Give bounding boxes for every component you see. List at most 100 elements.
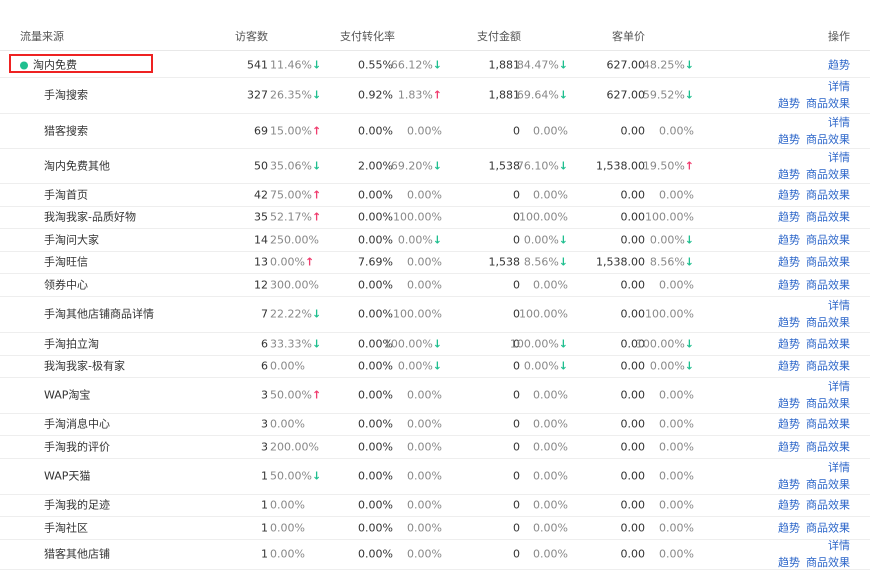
- unit-price-change-value: 0.00%: [649, 233, 685, 246]
- amount-change: 0.00%: [533, 389, 568, 402]
- conversion-change: 66.12%↓: [391, 58, 442, 71]
- unit-price: 0.00: [620, 210, 646, 224]
- amount-change: 0.00%: [533, 124, 568, 137]
- detail-link[interactable]: 详情: [772, 378, 850, 395]
- trend-link[interactable]: 趋势: [778, 97, 800, 110]
- trend-link[interactable]: 趋势: [778, 316, 800, 329]
- product-effect-link[interactable]: 商品效果: [806, 397, 850, 410]
- trend-link[interactable]: 趋势: [778, 556, 800, 569]
- conversion-change-value: 100.00%: [393, 307, 442, 321]
- detail-link[interactable]: 详情: [772, 149, 850, 166]
- detail-link[interactable]: 详情: [772, 297, 850, 314]
- trend-link[interactable]: 趋势: [828, 58, 850, 71]
- conversion-rate: 0.00%: [358, 188, 393, 201]
- unit-price-change: 48.25%↓: [643, 58, 694, 71]
- product-effect-link[interactable]: 商品效果: [806, 133, 850, 146]
- source-label: 手淘搜索: [44, 88, 154, 103]
- visitor-change-value: 0.00%: [270, 255, 305, 269]
- arrow-up-icon: ↑: [311, 388, 322, 402]
- trend-link[interactable]: 趋势: [778, 133, 800, 146]
- unit-price-change: 0.00%: [659, 188, 694, 201]
- amount-change-value: 100.00%: [519, 307, 568, 321]
- source-label: 我淘我家-极有家: [44, 359, 154, 374]
- trend-link[interactable]: 趋势: [778, 521, 800, 534]
- conversion-change-value: 0.00%: [407, 188, 442, 201]
- product-effect-link[interactable]: 商品效果: [806, 278, 850, 291]
- trend-link[interactable]: 趋势: [778, 256, 800, 269]
- product-effect-link[interactable]: 商品效果: [806, 499, 850, 512]
- visitor-change: 50.00%↓: [270, 470, 321, 483]
- amount-change: 0.00%: [533, 499, 568, 512]
- trend-link[interactable]: 趋势: [778, 397, 800, 410]
- product-effect-link[interactable]: 商品效果: [806, 418, 850, 431]
- pay-amount: 0: [513, 233, 520, 246]
- trend-link[interactable]: 趋势: [778, 188, 800, 201]
- product-effect-link[interactable]: 商品效果: [806, 521, 850, 534]
- trend-link[interactable]: 趋势: [778, 418, 800, 431]
- trend-link[interactable]: 趋势: [778, 233, 800, 246]
- product-effect-link[interactable]: 商品效果: [806, 337, 850, 350]
- trend-link[interactable]: 趋势: [778, 499, 800, 512]
- conversion-rate: 0.00%: [358, 233, 393, 246]
- arrow-up-icon: ↑: [684, 159, 694, 172]
- arrow-down-icon: ↓: [558, 58, 568, 71]
- conversion-change-value: 0.00%: [407, 278, 442, 291]
- visitor-change: 11.46%↓: [270, 58, 321, 71]
- detail-link[interactable]: 详情: [772, 114, 850, 131]
- product-effect-link[interactable]: 商品效果: [806, 97, 850, 110]
- table-row: 手淘其他店铺商品详情 7 22.22%↓ 0.00% 100.00% 0 100.00% 0.…: [0, 296, 870, 333]
- amount-change: 0.00%: [533, 548, 568, 561]
- product-effect-link[interactable]: 商品效果: [806, 188, 850, 201]
- header-ops: 操作: [828, 30, 850, 43]
- header-unit-price[interactable]: 客单价: [612, 28, 645, 44]
- trend-link[interactable]: 趋势: [778, 440, 800, 453]
- trend-link[interactable]: 趋势: [778, 168, 800, 181]
- product-effect-link[interactable]: 商品效果: [806, 316, 850, 329]
- table-row: 手淘消息中心 3 0.00% 0.00% 0.00% 0 0.00% 0.00 0.00% 趋势商…: [0, 413, 870, 436]
- unit-price-change-value: 48.25%: [642, 58, 685, 71]
- row-actions: 趋势 商品效果: [772, 335, 850, 352]
- table-row: 我淘我家-品质好物 35 52.17%↑ 0.00% 100.00% 0 100.00% 0.…: [0, 206, 870, 229]
- trend-link[interactable]: 趋势: [778, 211, 800, 224]
- arrow-up-icon: ↑: [304, 255, 315, 269]
- product-effect-link[interactable]: 商品效果: [806, 556, 850, 569]
- visitor-change-value: 200.00%: [270, 440, 319, 453]
- visitor-count: 6: [261, 359, 268, 373]
- trend-link[interactable]: 趋势: [778, 478, 800, 491]
- header-conversion[interactable]: 支付转化率: [340, 28, 395, 44]
- unit-price-change-value: 0.00%: [659, 278, 694, 291]
- product-effect-link[interactable]: 商品效果: [806, 256, 850, 269]
- arrow-down-icon: ↓: [684, 359, 694, 373]
- detail-link[interactable]: 详情: [772, 78, 850, 95]
- trend-link[interactable]: 趋势: [778, 337, 800, 350]
- visitor-change-value: 0.00%: [270, 547, 305, 561]
- conversion-rate: 0.00%: [358, 521, 393, 534]
- row-actions: 详情趋势 商品效果: [772, 297, 850, 331]
- header-visitors[interactable]: 访客数: [235, 28, 268, 44]
- product-effect-link[interactable]: 商品效果: [806, 440, 850, 453]
- detail-link[interactable]: 详情: [772, 459, 850, 476]
- detail-link[interactable]: 详情: [772, 537, 850, 554]
- product-effect-link[interactable]: 商品效果: [806, 211, 850, 224]
- source-label: 淘内免费其他: [44, 158, 154, 173]
- trend-link[interactable]: 趋势: [778, 360, 800, 373]
- table-row: 手淘拍立淘 6 33.33%↓ 0.00% 100.00%↓ 0 100.00%↓ 0.00 1…: [0, 332, 870, 356]
- unit-price-change-value: 0.00%: [659, 188, 694, 201]
- conversion-change-value: 69.20%: [390, 159, 433, 172]
- row-actions: 趋势 商品效果: [772, 358, 850, 375]
- conversion-change-value: 0.00%: [407, 498, 442, 512]
- amount-change-value: 8.56%: [523, 255, 559, 269]
- product-effect-link[interactable]: 商品效果: [806, 168, 850, 181]
- trend-link[interactable]: 趋势: [778, 278, 800, 291]
- product-effect-link[interactable]: 商品效果: [806, 478, 850, 491]
- product-effect-link[interactable]: 商品效果: [806, 360, 850, 373]
- conversion-change-value: 0.00%: [407, 440, 442, 453]
- conversion-rate: 0.00%: [358, 440, 393, 453]
- row-actions: 趋势 商品效果: [772, 276, 850, 293]
- header-amount[interactable]: 支付金额: [477, 28, 521, 44]
- visitor-change-value: 35.06%: [270, 159, 312, 172]
- conversion-change: 0.00%: [407, 521, 442, 534]
- product-effect-link[interactable]: 商品效果: [806, 233, 850, 246]
- unit-price-change: 19.50%↑: [643, 159, 694, 172]
- amount-change-value: 0.00%: [523, 359, 559, 373]
